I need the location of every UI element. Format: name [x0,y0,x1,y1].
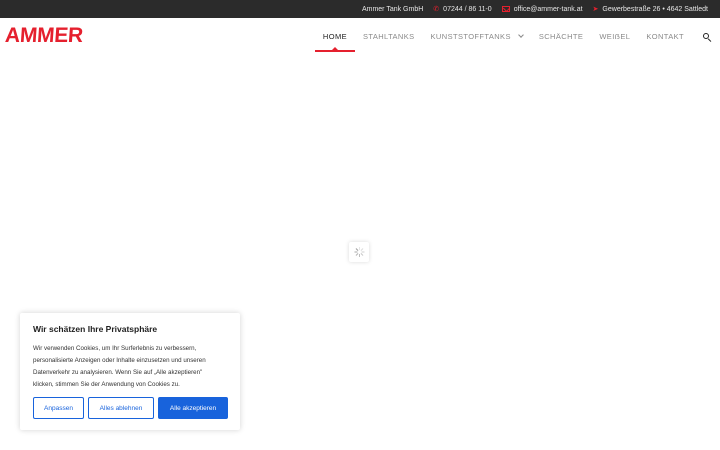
site-header: AMMER HOME STAHLTANKS KUNSTSTOFFTANKS SC… [0,18,720,54]
spinner-spoke [355,253,358,256]
cookie-text-line: Datenverkehr zu analysieren. Wenn Sie au… [33,369,203,376]
address-contact: ➤ Gewerbestraße 26 • 4642 Sattledt [593,6,708,13]
search-icon [703,33,709,39]
spinner-spoke [358,254,360,257]
spinner-spoke [354,251,357,253]
email-address[interactable]: office@ammer-tank.at [514,6,583,13]
nav-item-label: WEIẞEL [599,31,631,41]
spinner-spoke [360,248,363,251]
page-loader [349,242,369,262]
nav-item-home[interactable]: HOME [314,18,356,54]
nav-item-weissel[interactable]: WEIẞEL [591,18,638,54]
cookie-description: Wir verwenden Cookies, um Ihr Surferlebn… [33,343,227,391]
nav-item-label: SCHÄCHTE [538,31,584,41]
main-nav: HOME STAHLTANKS KUNSTSTOFFTANKS SCHÄCHTE… [314,18,720,54]
nav-item-label: HOME [322,31,348,41]
phone-number[interactable]: 07244 / 86 11-0 [443,6,492,13]
company-name-text: Ammer Tank GmbH [361,5,424,13]
cookie-title: Wir schätzen Ihre Privatsphäre [33,324,158,334]
cookie-text-line: klicken, stimmen Sie der Anwendung von C… [33,381,180,388]
phone-contact[interactable]: ✆ 07244 / 86 11-0 [433,6,491,13]
logo[interactable]: AMMER [4,24,83,48]
mail-icon [501,6,510,12]
phone-icon: ✆ [433,5,440,13]
cookie-text-line: Wir verwenden Cookies, um Ihr Surferlebn… [33,345,197,352]
nav-item-kontakt[interactable]: KONTAKT [638,18,692,54]
nav-item-label: KUNSTSTOFFTANKS [430,31,511,41]
cookie-consent-dialog: Wir schätzen Ihre Privatsphäre Wir verwe… [20,313,240,430]
search-button[interactable] [692,18,720,54]
address-text: Gewerbestraße 26 • 4642 Sattledt [602,5,708,13]
nav-item-label: STAHLTANKS [363,31,415,41]
spinner-spoke [355,248,358,251]
company-name: Ammer Tank GmbH [362,6,423,13]
nav-item-label: KONTAKT [646,31,684,41]
nav-item-stahltanks[interactable]: STAHLTANKS [355,18,423,54]
cookie-text-line: personalisierte Anzeigen oder Inhalte ei… [33,357,206,364]
top-bar: Ammer Tank GmbH ✆ 07244 / 86 11-0 office… [0,0,720,18]
chevron-down-icon [518,32,524,38]
customize-button[interactable]: Anpassen [33,397,84,419]
accept-all-button[interactable]: Alle akzeptieren [158,397,228,419]
email-contact[interactable]: office@ammer-tank.at [501,6,583,13]
spinner-icon [354,247,364,257]
cookie-buttons: Anpassen Alles ablehnen Alle akzeptieren [33,397,228,419]
nav-item-schaechte[interactable]: SCHÄCHTE [531,18,591,54]
nav-item-kunststofftanks[interactable]: KUNSTSTOFFTANKS [423,18,531,54]
location-arrow-icon: ➤ [592,5,599,13]
spinner-spoke [360,253,363,256]
reject-all-button[interactable]: Alles ablehnen [88,397,154,419]
